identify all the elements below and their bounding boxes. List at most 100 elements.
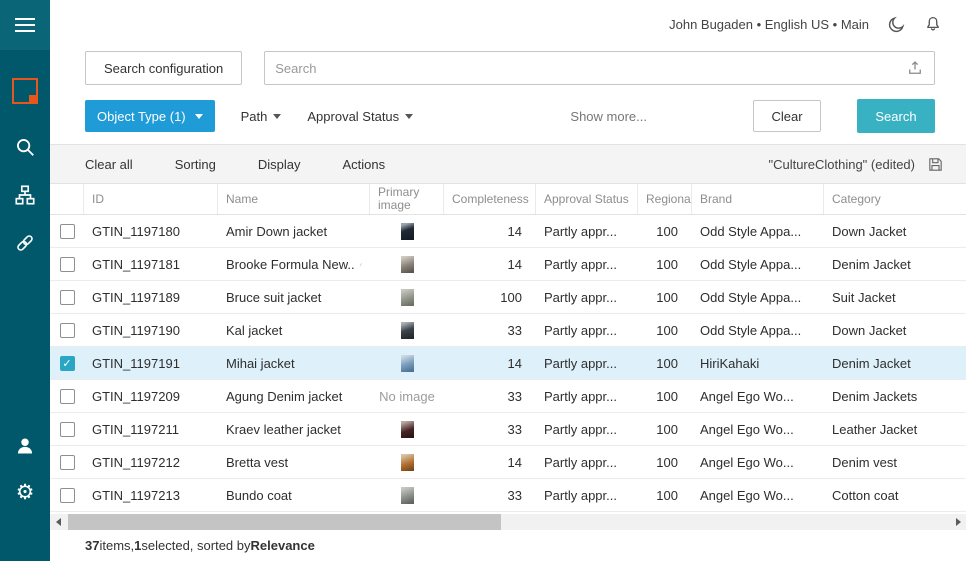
table-row-selected[interactable]: ✓ GTIN_1197191 Mihai jacket 14 Partly ap… — [50, 347, 966, 380]
search-submit-button[interactable]: Search — [857, 99, 935, 133]
menu-button[interactable] — [0, 0, 50, 50]
chevron-down-icon — [273, 114, 281, 119]
results-toolbar: Clear all Sorting Display Actions "Cultu… — [50, 144, 966, 184]
filter-row: Object Type (1) Path Approval Status Sho… — [50, 86, 966, 144]
cell-approval-status: Partly appr... — [536, 455, 638, 470]
column-header-regional[interactable]: Regional — [638, 184, 692, 214]
table-header: ID Name Primary image Completeness Appro… — [50, 184, 966, 215]
cell-approval-status: Partly appr... — [536, 323, 638, 338]
column-header-approval-status[interactable]: Approval Status — [536, 184, 638, 214]
cell-regional: 100 — [638, 290, 692, 305]
object-type-filter-label: Object Type (1) — [97, 109, 186, 124]
sidebar-item-user[interactable] — [12, 433, 38, 459]
row-checkbox[interactable] — [60, 389, 75, 404]
table-row[interactable]: GTIN_1197213 Bundo coat 33 Partly appr..… — [50, 479, 966, 512]
row-checkbox[interactable] — [60, 323, 75, 338]
display-menu[interactable]: Display — [258, 157, 301, 172]
items-label: items, — [99, 538, 134, 553]
row-checkbox[interactable] — [60, 224, 75, 239]
cell-name: Mihai jacket — [226, 356, 295, 371]
column-header-name[interactable]: Name — [218, 184, 370, 214]
actions-menu[interactable]: Actions — [343, 157, 386, 172]
arrow-right-icon — [956, 518, 961, 526]
clear-all-button[interactable]: Clear all — [85, 157, 133, 172]
column-header-category[interactable]: Category — [824, 184, 966, 214]
saved-search-area: "CultureClothing" (edited) — [768, 156, 944, 173]
sidebar-item-links[interactable] — [12, 230, 38, 256]
table-row[interactable]: GTIN_1197180 Amir Down jacket 14 Partly … — [50, 215, 966, 248]
cell-completeness: 100 — [444, 290, 536, 305]
row-checkbox[interactable] — [60, 422, 75, 437]
notifications-button[interactable] — [924, 15, 942, 33]
cell-brand: Odd Style Appa... — [692, 323, 824, 338]
export-search-button[interactable] — [906, 59, 924, 77]
sorting-menu[interactable]: Sorting — [175, 157, 216, 172]
search-input[interactable] — [275, 61, 906, 76]
theme-toggle-button[interactable] — [887, 15, 906, 34]
sidebar-nav — [12, 134, 38, 256]
row-checkbox[interactable] — [60, 257, 75, 272]
status-bar: 37 items, 1 selected, sorted by Relevanc… — [50, 530, 966, 561]
cell-regional: 100 — [638, 356, 692, 371]
user-info[interactable]: John Bugaden • English US • Main — [669, 17, 869, 32]
cell-category: Down Jacket — [824, 323, 966, 338]
sidebar-item-hierarchy[interactable] — [12, 182, 38, 208]
row-checkbox[interactable] — [60, 290, 75, 305]
cell-category: Denim vest — [824, 455, 966, 470]
search-row: Search configuration — [50, 48, 966, 86]
cell-regional: 100 — [638, 389, 692, 404]
cell-category: Suit Jacket — [824, 290, 966, 305]
scroll-right-button[interactable] — [950, 514, 966, 530]
person-icon — [15, 436, 35, 456]
table-row[interactable]: GTIN_1197181 Brooke Formula New.. 14 Par… — [50, 248, 966, 281]
row-checkbox-checked[interactable]: ✓ — [60, 356, 75, 371]
cell-completeness: 33 — [444, 422, 536, 437]
show-more-link[interactable]: Show more... — [570, 109, 647, 124]
scroll-left-button[interactable] — [50, 514, 66, 530]
cell-approval-status: Partly appr... — [536, 356, 638, 371]
hamburger-icon — [15, 18, 35, 20]
primary-image-thumbnail — [401, 355, 414, 372]
table-row[interactable]: GTIN_1197212 Bretta vest 14 Partly appr.… — [50, 446, 966, 479]
save-search-button[interactable] — [927, 156, 944, 173]
cell-completeness: 14 — [444, 356, 536, 371]
cell-category: Cotton coat — [824, 488, 966, 503]
sidebar-item-settings[interactable]: ⚙ — [12, 479, 38, 505]
saved-search-label: "CultureClothing" (edited) — [768, 157, 915, 172]
object-type-filter[interactable]: Object Type (1) — [85, 100, 215, 132]
cell-id: GTIN_1197180 — [84, 224, 218, 239]
table-row[interactable]: GTIN_1197189 Bruce suit jacket 100 Partl… — [50, 281, 966, 314]
scrollbar-track[interactable] — [66, 514, 950, 530]
search-configuration-button[interactable]: Search configuration — [85, 51, 242, 85]
row-checkbox[interactable] — [60, 488, 75, 503]
clear-filters-button[interactable]: Clear — [753, 100, 821, 132]
sidebar-bottom: ⚙ — [12, 433, 38, 505]
horizontal-scrollbar[interactable] — [50, 514, 966, 530]
cell-approval-status: Partly appr... — [536, 224, 638, 239]
path-filter[interactable]: Path — [241, 109, 282, 124]
primary-image-thumbnail — [401, 223, 414, 240]
cell-brand: Angel Ego Wo... — [692, 422, 824, 437]
column-header-primary-image[interactable]: Primary image — [370, 184, 444, 214]
approval-status-filter[interactable]: Approval Status — [307, 109, 413, 124]
cell-approval-status: Partly appr... — [536, 290, 638, 305]
table-row[interactable]: GTIN_1197211 Kraev leather jacket 33 Par… — [50, 413, 966, 446]
primary-image-thumbnail — [401, 289, 414, 306]
chevron-down-icon — [195, 114, 203, 119]
column-header-completeness[interactable]: Completeness — [444, 184, 536, 214]
cell-completeness: 33 — [444, 323, 536, 338]
primary-image-thumbnail — [401, 256, 414, 273]
cell-brand: Odd Style Appa... — [692, 257, 824, 272]
inriver-logo-icon[interactable] — [12, 78, 38, 104]
sidebar-item-search[interactable] — [12, 134, 38, 160]
column-header-id[interactable]: ID — [84, 184, 218, 214]
scrollbar-thumb[interactable] — [68, 514, 501, 530]
table-row[interactable]: GTIN_1197209 Agung Denim jacket No image… — [50, 380, 966, 413]
table-row[interactable]: GTIN_1197190 Kal jacket 33 Partly appr..… — [50, 314, 966, 347]
sort-value: Relevance — [251, 538, 315, 553]
column-header-brand[interactable]: Brand — [692, 184, 824, 214]
cell-category: Denim Jacket — [824, 356, 966, 371]
cell-name: Bretta vest — [226, 455, 288, 470]
moon-icon — [887, 15, 906, 34]
row-checkbox[interactable] — [60, 455, 75, 470]
